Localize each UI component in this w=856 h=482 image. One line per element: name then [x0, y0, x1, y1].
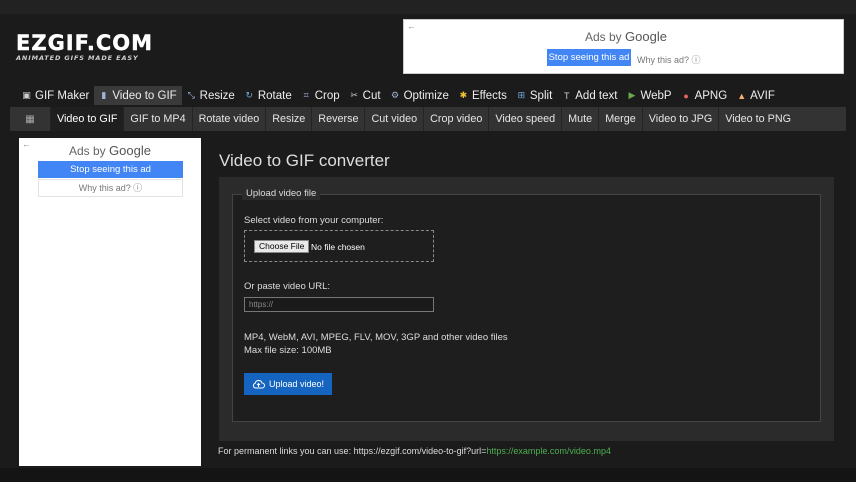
max-file-size-text: Max file size: 100MB: [244, 345, 332, 356]
add-text-icon: T: [564, 90, 570, 101]
split-icon: ⊞: [517, 90, 526, 100]
resize-icon: ⤡: [187, 90, 195, 100]
example-url-link[interactable]: https://example.com/video.mp4: [486, 446, 611, 456]
nav-item-label: Resize: [199, 89, 235, 102]
avif-icon: ▲: [737, 90, 747, 101]
bottom-strip: [0, 468, 856, 482]
nav-item-add-text[interactable]: T Add text: [557, 86, 622, 105]
select-video-label: Select video from your computer:: [244, 215, 384, 226]
permanent-links-prefix: For permanent links you can use: https:/…: [218, 446, 487, 456]
subnav-item-mute[interactable]: Mute: [561, 107, 598, 131]
main-nav: ▣ GIF Maker ▮ Video to GIF ⤡ Resize ↻ Rotate ⌗ Cr…: [17, 86, 780, 105]
stop-seeing-ad-button[interactable]: Stop seeing this ad: [547, 49, 631, 66]
why-this-ad-label: Why this ad?: [637, 55, 690, 65]
effects-icon: ✱: [459, 90, 468, 100]
supported-formats-text: MP4, WebM, AVI, MPEG, FLV, MOV, 3GP and …: [244, 332, 508, 343]
info-icon: ⓘ: [691, 55, 701, 65]
upload-video-label: Upload video!: [268, 379, 325, 389]
nav-item-label: Video to GIF: [112, 89, 177, 102]
nav-item-label: Add text: [575, 89, 618, 102]
gif-maker-icon: ▣: [22, 90, 31, 100]
sub-nav: ▦ Video to GIF GIF to MP4 Rotate video Resi…: [10, 107, 846, 131]
why-this-ad-link[interactable]: Why this ad? ⓘ: [38, 179, 183, 197]
video-to-gif-icon: ▮: [101, 90, 107, 100]
ad-back-arrow-icon[interactable]: ←: [22, 139, 31, 149]
cloud-upload-icon: [252, 379, 265, 389]
top-ad-banner: ← Ads by Google Stop seeing this ad Why …: [403, 19, 844, 74]
choose-file-button[interactable]: Choose File: [254, 240, 310, 253]
nav-item-rotate[interactable]: ↻ Rotate: [240, 86, 297, 105]
ads-by-label: Ads by: [585, 30, 622, 44]
nav-item-gif-maker[interactable]: ▣ GIF Maker: [17, 86, 94, 105]
nav-item-resize[interactable]: ⤡ Resize: [182, 86, 240, 105]
site-logo[interactable]: EZGIF.COM ANIMATED GIFS MADE EASY: [16, 31, 154, 62]
logo-text: EZGIF.COM: [16, 31, 154, 55]
crop-icon: ⌗: [303, 90, 309, 100]
upload-video-button[interactable]: Upload video!: [244, 373, 332, 395]
why-this-ad-link[interactable]: Why this ad? ⓘ: [637, 53, 701, 66]
nav-item-label: WebP: [640, 89, 672, 102]
upload-fieldset: Upload video file Select video from your…: [232, 188, 821, 422]
nav-item-avif[interactable]: ▲ AVIF: [732, 86, 780, 105]
rotate-icon: ↻: [245, 90, 254, 100]
webp-icon: ▶: [628, 90, 636, 100]
subnav-item-rotate-video[interactable]: Rotate video: [191, 107, 266, 131]
paste-url-label: Or paste video URL:: [244, 281, 331, 292]
left-ad-banner: ← Ads by Google Stop seeing this ad Why …: [19, 138, 201, 466]
subnav-item-video-to-gif[interactable]: Video to GIF: [50, 107, 124, 131]
logo-tagline: ANIMATED GIFS MADE EASY: [16, 54, 139, 62]
nav-item-label: GIF Maker: [35, 89, 90, 102]
apng-icon: ●: [683, 90, 689, 101]
nav-item-apng[interactable]: ● APNG: [677, 86, 733, 105]
subnav-item-merge[interactable]: Merge: [598, 107, 642, 131]
nav-item-label: APNG: [694, 89, 728, 102]
ads-by-google: Ads by Google: [585, 29, 667, 44]
top-strip: [0, 0, 856, 14]
subnav-item-crop-video[interactable]: Crop video: [423, 107, 488, 131]
nav-item-label: Crop: [314, 89, 340, 102]
nav-item-label: Effects: [471, 89, 507, 102]
nav-item-label: AVIF: [750, 89, 775, 102]
page-title: Video to GIF converter: [219, 151, 390, 170]
subnav-item-reverse[interactable]: Reverse: [311, 107, 364, 131]
subnav-item-video-to-png[interactable]: Video to PNG: [718, 107, 797, 131]
ads-by-google: Ads by Google: [69, 143, 151, 158]
nav-item-split[interactable]: ⊞ Split: [512, 86, 557, 105]
google-label: Google: [625, 29, 667, 44]
no-file-chosen-text: No file chosen: [311, 242, 365, 252]
nav-item-crop[interactable]: ⌗ Crop: [297, 86, 345, 105]
subnav-item-video-to-jpg[interactable]: Video to JPG: [641, 107, 718, 131]
nav-item-label: Optimize: [403, 89, 449, 102]
permanent-links-text: For permanent links you can use: https:/…: [218, 446, 611, 456]
nav-item-label: Split: [529, 89, 553, 102]
cut-icon: ✂: [350, 90, 358, 100]
subnav-item-video-speed[interactable]: Video speed: [488, 107, 561, 131]
nav-item-webp[interactable]: ▶ WebP: [622, 86, 676, 105]
nav-item-label: Cut: [362, 89, 381, 102]
optimize-icon: ⚙: [391, 90, 400, 100]
file-drop-zone[interactable]: Choose File No file chosen: [244, 230, 434, 262]
google-label: Google: [109, 143, 151, 158]
upload-panel: Upload video file Select video from your…: [219, 177, 834, 441]
ads-by-label: Ads by: [69, 144, 106, 158]
info-icon: ⓘ: [133, 183, 143, 193]
nav-item-optimize[interactable]: ⚙ Optimize: [386, 86, 454, 105]
nav-item-effects[interactable]: ✱ Effects: [454, 86, 512, 105]
ad-back-arrow-icon[interactable]: ←: [407, 21, 416, 31]
upload-legend: Upload video file: [242, 188, 321, 200]
video-tools-icon: ▦: [25, 113, 35, 125]
why-this-ad-label: Why this ad?: [78, 183, 131, 193]
subnav-item-gif-to-mp4[interactable]: GIF to MP4: [123, 107, 191, 131]
subnav-item-cut-video[interactable]: Cut video: [364, 107, 423, 131]
nav-item-label: Rotate: [257, 89, 292, 102]
nav-item-video-to-gif[interactable]: ▮ Video to GIF: [94, 86, 182, 105]
video-url-input[interactable]: [244, 297, 434, 312]
stop-seeing-ad-button[interactable]: Stop seeing this ad: [38, 161, 183, 178]
nav-item-cut[interactable]: ✂ Cut: [345, 86, 386, 105]
subnav-item-resize[interactable]: Resize: [265, 107, 311, 131]
